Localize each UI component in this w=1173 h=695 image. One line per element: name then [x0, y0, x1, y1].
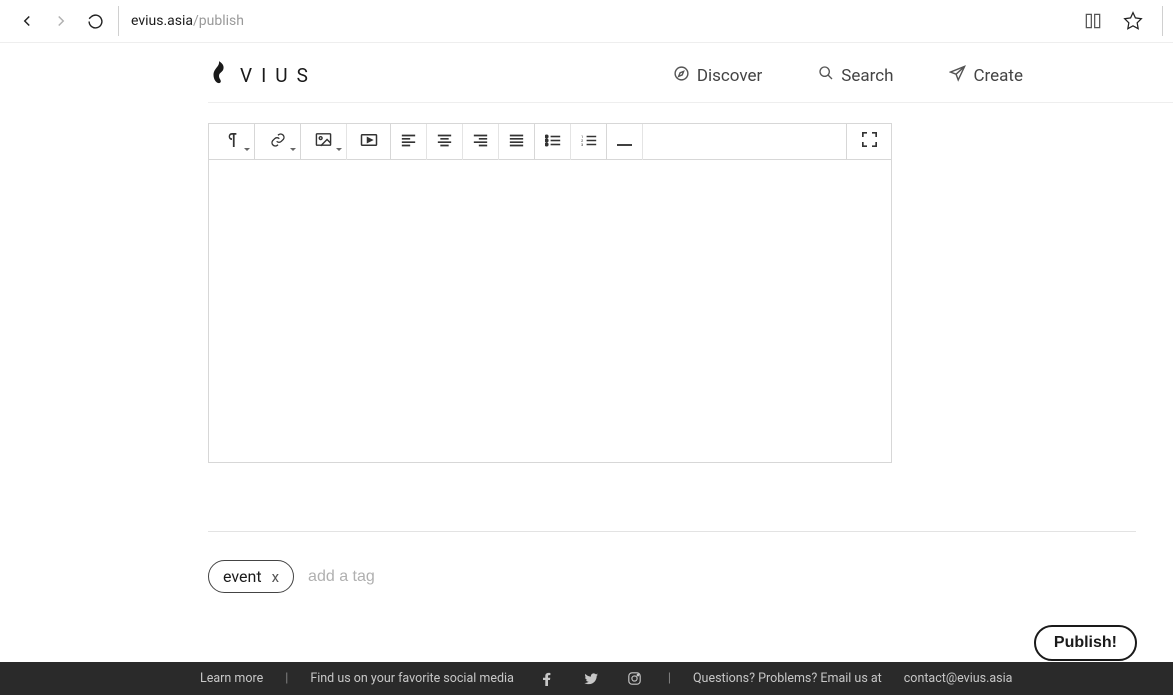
unordered-list-button[interactable]: [535, 124, 571, 160]
paragraph-style-button[interactable]: [209, 124, 255, 160]
publish-button[interactable]: Publish!: [1034, 625, 1137, 661]
editor-toolbar: 123: [209, 124, 891, 160]
reload-button[interactable]: [78, 4, 112, 38]
align-left-icon: [401, 132, 416, 151]
tag-label: event: [223, 567, 262, 586]
facebook-icon[interactable]: [536, 668, 558, 690]
insert-image-button[interactable]: [301, 124, 347, 160]
video-icon: [360, 132, 378, 151]
align-left-button[interactable]: [391, 124, 427, 160]
url-host: evius.asia: [131, 13, 193, 29]
footer-questions: Questions? Problems? Email us at: [693, 671, 882, 686]
compass-icon: [673, 65, 690, 87]
add-tag-input[interactable]: [308, 568, 428, 586]
twitter-icon[interactable]: [580, 668, 602, 690]
fullscreen-icon: [862, 132, 877, 151]
site-header: VIUS Discover Search Create: [208, 43, 1173, 103]
horizontal-rule-icon: [617, 132, 632, 151]
footer-separator: |: [285, 671, 288, 686]
align-right-icon: [473, 132, 488, 151]
flame-icon: [208, 61, 230, 91]
toolbar-spacer: [643, 124, 847, 160]
ordered-list-button[interactable]: 123: [571, 124, 607, 160]
tag-chip: event x: [208, 560, 294, 593]
align-right-button[interactable]: [463, 124, 499, 160]
nav-search-label: Search: [841, 66, 893, 86]
section-divider: [208, 531, 1136, 532]
forward-button: [44, 4, 78, 38]
footer-find-us: Find us on your favorite social media: [310, 671, 514, 686]
editor: 123: [208, 123, 892, 463]
paper-plane-icon: [949, 65, 966, 87]
align-justify-icon: [509, 132, 524, 151]
url-separator: [118, 6, 119, 36]
ordered-list-icon: 123: [581, 132, 597, 151]
nav-create-label: Create: [973, 66, 1023, 86]
align-center-button[interactable]: [427, 124, 463, 160]
instagram-icon[interactable]: [624, 668, 646, 690]
footer-separator-2: |: [668, 671, 671, 686]
back-button[interactable]: [10, 4, 44, 38]
paragraph-icon: [226, 132, 238, 151]
nav-search[interactable]: Search: [818, 65, 893, 87]
search-icon: [818, 65, 834, 86]
insert-link-button[interactable]: [255, 124, 301, 160]
address-bar[interactable]: evius.asia/publish: [131, 13, 244, 29]
nav-discover[interactable]: Discover: [673, 65, 762, 87]
insert-video-button[interactable]: [347, 124, 391, 160]
right-separator: [1162, 6, 1163, 36]
align-center-icon: [437, 132, 452, 151]
bookmark-star-icon[interactable]: [1116, 4, 1150, 38]
brand-name: VIUS: [240, 64, 317, 87]
brand[interactable]: VIUS: [208, 61, 317, 91]
align-justify-button[interactable]: [499, 124, 535, 160]
reader-mode-icon[interactable]: [1076, 4, 1110, 38]
nav-create[interactable]: Create: [949, 65, 1023, 87]
footer-email[interactable]: contact@evius.asia: [904, 671, 1013, 686]
image-icon: [315, 132, 332, 151]
unordered-list-icon: [545, 132, 561, 151]
tags-row: event x: [208, 560, 1173, 593]
svg-text:3: 3: [581, 142, 583, 147]
horizontal-rule-button[interactable]: [607, 124, 643, 160]
url-path: publish: [199, 13, 244, 29]
footer: Learn more | Find us on your favorite so…: [0, 662, 1173, 695]
nav-discover-label: Discover: [697, 66, 762, 86]
editor-body[interactable]: [209, 160, 891, 462]
fullscreen-button[interactable]: [847, 124, 891, 160]
tag-remove-button[interactable]: x: [272, 568, 279, 586]
footer-learn-more[interactable]: Learn more: [200, 671, 263, 686]
link-icon: [270, 132, 286, 152]
browser-chrome: evius.asia/publish: [0, 0, 1173, 43]
